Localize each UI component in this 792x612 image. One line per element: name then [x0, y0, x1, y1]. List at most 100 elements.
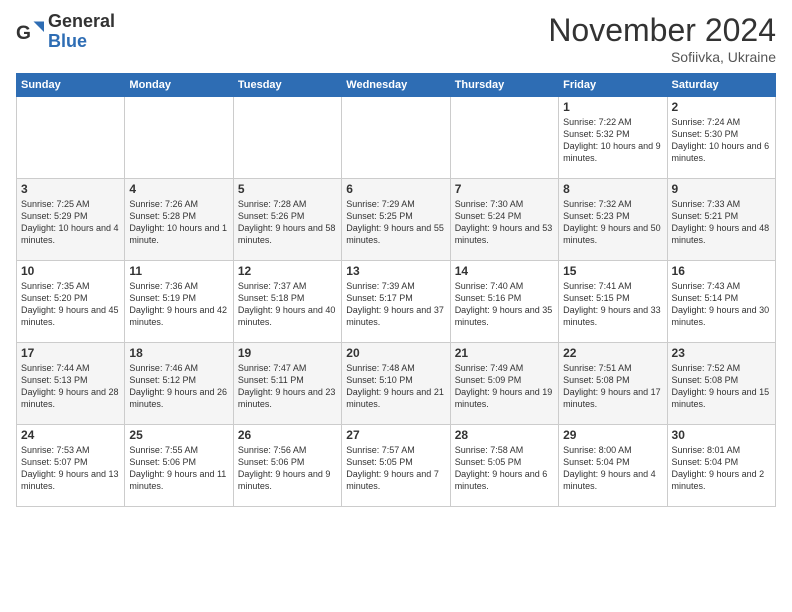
table-row: 12 Sunrise: 7:37 AM Sunset: 5:18 PM Dayli…	[233, 261, 341, 343]
col-thursday: Thursday	[450, 74, 558, 97]
day-number: 16	[672, 264, 771, 278]
table-row	[342, 97, 450, 179]
table-row: 20Sunrise: 7:48 AM Sunset: 5:10 PM Dayli…	[342, 343, 450, 425]
svg-text:G: G	[16, 23, 31, 44]
day-number: 13	[346, 264, 445, 278]
day-info: Sunrise: 7:37 AM Sunset: 5:18 PM Dayligh…	[238, 280, 337, 329]
table-row: 3Sunrise: 7:25 AM Sunset: 5:29 PM Daylig…	[17, 179, 125, 261]
table-row: 26Sunrise: 7:56 AM Sunset: 5:06 PM Dayli…	[233, 425, 341, 507]
day-number: 11	[129, 264, 228, 278]
day-info: Sunrise: 7:51 AM Sunset: 5:08 PM Dayligh…	[563, 362, 662, 411]
table-row	[17, 97, 125, 179]
day-info: Sunrise: 7:39 AM Sunset: 5:17 PM Dayligh…	[346, 280, 445, 329]
calendar-week-4: 17Sunrise: 7:44 AM Sunset: 5:13 PM Dayli…	[17, 343, 776, 425]
table-row: 17Sunrise: 7:44 AM Sunset: 5:13 PM Dayli…	[17, 343, 125, 425]
day-info: Sunrise: 7:41 AM Sunset: 5:15 PM Dayligh…	[563, 280, 662, 329]
day-number: 1	[563, 100, 662, 114]
table-row: 16 Sunrise: 7:43 AM Sunset: 5:14 PM Dayli…	[667, 261, 775, 343]
day-info: Sunrise: 8:01 AM Sunset: 5:04 PM Dayligh…	[672, 444, 771, 493]
day-number: 21	[455, 346, 554, 360]
day-number: 18	[129, 346, 228, 360]
day-info: Sunrise: 8:00 AM Sunset: 5:04 PM Dayligh…	[563, 444, 662, 493]
table-row: 15 Sunrise: 7:41 AM Sunset: 5:15 PM Dayli…	[559, 261, 667, 343]
calendar-week-3: 10 Sunrise: 7:35 AM Sunset: 5:20 PM Dayli…	[17, 261, 776, 343]
day-number: 30	[672, 428, 771, 442]
table-row: 10 Sunrise: 7:35 AM Sunset: 5:20 PM Dayli…	[17, 261, 125, 343]
table-row	[450, 97, 558, 179]
day-info: Sunrise: 7:43 AM Sunset: 5:14 PM Dayligh…	[672, 280, 771, 329]
day-info: Sunrise: 7:22 AM Sunset: 5:32 PM Dayligh…	[563, 116, 662, 165]
col-sunday: Sunday	[17, 74, 125, 97]
page: G General Blue November 2024 Sofiivka, U…	[0, 0, 792, 612]
day-info: Sunrise: 7:35 AM Sunset: 5:20 PM Dayligh…	[21, 280, 120, 329]
table-row: 13 Sunrise: 7:39 AM Sunset: 5:17 PM Dayli…	[342, 261, 450, 343]
day-number: 24	[21, 428, 120, 442]
table-row: 29Sunrise: 8:00 AM Sunset: 5:04 PM Dayli…	[559, 425, 667, 507]
day-info: Sunrise: 7:33 AM Sunset: 5:21 PM Dayligh…	[672, 198, 771, 247]
logo: G General Blue	[16, 12, 115, 52]
day-info: Sunrise: 7:53 AM Sunset: 5:07 PM Dayligh…	[21, 444, 120, 493]
day-number: 14	[455, 264, 554, 278]
day-info: Sunrise: 7:55 AM Sunset: 5:06 PM Dayligh…	[129, 444, 228, 493]
table-row	[125, 97, 233, 179]
calendar-week-1: 1 Sunrise: 7:22 AM Sunset: 5:32 PM Daylig…	[17, 97, 776, 179]
day-number: 12	[238, 264, 337, 278]
table-row: 5 Sunrise: 7:28 AM Sunset: 5:26 PM Daylig…	[233, 179, 341, 261]
day-number: 28	[455, 428, 554, 442]
table-row: 25Sunrise: 7:55 AM Sunset: 5:06 PM Dayli…	[125, 425, 233, 507]
day-info: Sunrise: 7:44 AM Sunset: 5:13 PM Dayligh…	[21, 362, 120, 411]
day-number: 27	[346, 428, 445, 442]
calendar-table: Sunday Monday Tuesday Wednesday Thursday…	[16, 73, 776, 507]
table-row: 9 Sunrise: 7:33 AM Sunset: 5:21 PM Daylig…	[667, 179, 775, 261]
day-number: 15	[563, 264, 662, 278]
day-number: 4	[129, 182, 228, 196]
table-row: 21Sunrise: 7:49 AM Sunset: 5:09 PM Dayli…	[450, 343, 558, 425]
table-row: 8Sunrise: 7:32 AM Sunset: 5:23 PM Daylig…	[559, 179, 667, 261]
table-row: 23Sunrise: 7:52 AM Sunset: 5:08 PM Dayli…	[667, 343, 775, 425]
day-info: Sunrise: 7:40 AM Sunset: 5:16 PM Dayligh…	[455, 280, 554, 329]
day-info: Sunrise: 7:25 AM Sunset: 5:29 PM Dayligh…	[21, 198, 120, 247]
day-number: 9	[672, 182, 771, 196]
day-info: Sunrise: 7:26 AM Sunset: 5:28 PM Dayligh…	[129, 198, 228, 247]
col-monday: Monday	[125, 74, 233, 97]
calendar-header-row: Sunday Monday Tuesday Wednesday Thursday…	[17, 74, 776, 97]
table-row: 4 Sunrise: 7:26 AM Sunset: 5:28 PM Daylig…	[125, 179, 233, 261]
day-number: 8	[563, 182, 662, 196]
day-number: 26	[238, 428, 337, 442]
table-row: 11 Sunrise: 7:36 AM Sunset: 5:19 PM Dayli…	[125, 261, 233, 343]
table-row: 18 Sunrise: 7:46 AM Sunset: 5:12 PM Dayli…	[125, 343, 233, 425]
day-number: 10	[21, 264, 120, 278]
table-row: 27 Sunrise: 7:57 AM Sunset: 5:05 PM Dayli…	[342, 425, 450, 507]
table-row: 14 Sunrise: 7:40 AM Sunset: 5:16 PM Dayli…	[450, 261, 558, 343]
day-info: Sunrise: 7:46 AM Sunset: 5:12 PM Dayligh…	[129, 362, 228, 411]
day-info: Sunrise: 7:29 AM Sunset: 5:25 PM Dayligh…	[346, 198, 445, 247]
day-number: 5	[238, 182, 337, 196]
col-saturday: Saturday	[667, 74, 775, 97]
day-info: Sunrise: 7:24 AM Sunset: 5:30 PM Dayligh…	[672, 116, 771, 165]
day-info: Sunrise: 7:58 AM Sunset: 5:05 PM Dayligh…	[455, 444, 554, 493]
table-row: 22Sunrise: 7:51 AM Sunset: 5:08 PM Dayli…	[559, 343, 667, 425]
day-info: Sunrise: 7:30 AM Sunset: 5:24 PM Dayligh…	[455, 198, 554, 247]
col-wednesday: Wednesday	[342, 74, 450, 97]
col-tuesday: Tuesday	[233, 74, 341, 97]
header: G General Blue November 2024 Sofiivka, U…	[16, 12, 776, 65]
logo-general-text: General	[48, 11, 115, 31]
day-number: 6	[346, 182, 445, 196]
table-row: 30 Sunrise: 8:01 AM Sunset: 5:04 PM Dayli…	[667, 425, 775, 507]
day-number: 7	[455, 182, 554, 196]
day-info: Sunrise: 7:36 AM Sunset: 5:19 PM Dayligh…	[129, 280, 228, 329]
day-info: Sunrise: 7:47 AM Sunset: 5:11 PM Dayligh…	[238, 362, 337, 411]
table-row: 2Sunrise: 7:24 AM Sunset: 5:30 PM Daylig…	[667, 97, 775, 179]
location: Sofiivka, Ukraine	[548, 49, 776, 65]
logo-icon: G	[16, 18, 44, 46]
table-row: 6 Sunrise: 7:29 AM Sunset: 5:25 PM Daylig…	[342, 179, 450, 261]
day-info: Sunrise: 7:28 AM Sunset: 5:26 PM Dayligh…	[238, 198, 337, 247]
day-number: 23	[672, 346, 771, 360]
calendar-week-2: 3Sunrise: 7:25 AM Sunset: 5:29 PM Daylig…	[17, 179, 776, 261]
calendar-week-5: 24 Sunrise: 7:53 AM Sunset: 5:07 PM Dayli…	[17, 425, 776, 507]
day-number: 19	[238, 346, 337, 360]
day-info: Sunrise: 7:57 AM Sunset: 5:05 PM Dayligh…	[346, 444, 445, 493]
table-row: 1 Sunrise: 7:22 AM Sunset: 5:32 PM Daylig…	[559, 97, 667, 179]
day-number: 20	[346, 346, 445, 360]
table-row: 19 Sunrise: 7:47 AM Sunset: 5:11 PM Dayli…	[233, 343, 341, 425]
